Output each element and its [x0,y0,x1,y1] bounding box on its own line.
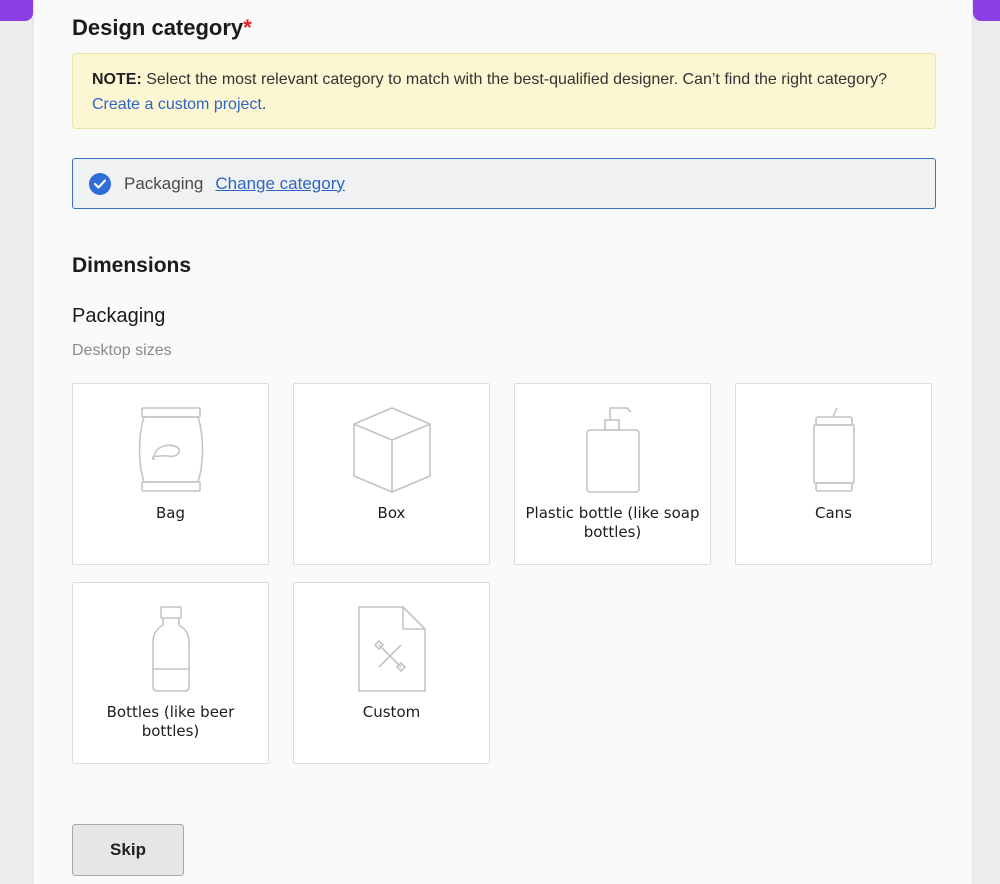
custom-file-icon [357,606,426,692]
form-panel: Design category* NOTE: Select the most r… [33,0,973,884]
change-category-link[interactable]: Change category [215,174,344,194]
pump-bottle-icon [585,407,640,493]
option-card-bottles[interactable]: Bottles (like beer bottles) [72,582,269,764]
option-label: Box [377,504,406,522]
option-label: Bottles (like beer bottles) [106,703,235,740]
option-card-custom[interactable]: Custom [293,582,490,764]
option-card-box[interactable]: Box [293,383,490,565]
selected-category-value: Packaging [124,173,204,193]
create-custom-project-link[interactable]: Create a custom project [92,96,262,113]
option-card-plastic-bottle[interactable]: Plastic bottle (like soap bottles) [514,383,711,565]
packaging-group-subtitle: Desktop sizes [72,342,172,359]
section-title: Design category* [72,15,252,41]
option-card-bag[interactable]: Bag [72,383,269,565]
option-label: Custom [362,703,421,721]
packaging-group-title: Packaging [72,305,166,327]
can-icon [812,407,855,492]
selected-category-bar: Packaging Change category [72,158,936,209]
option-label: Bag [155,504,185,522]
option-label: Cans [815,504,852,522]
purple-accent-left [0,0,33,21]
note-label: NOTE: [92,71,142,88]
dimensions-title: Dimensions [72,254,192,277]
check-circle-icon [89,172,111,195]
section-title-text: Design category [72,15,244,40]
option-card-cans[interactable]: Cans [735,383,932,565]
note-text: Select the most relevant category to mat… [141,71,888,88]
purple-accent-right [973,0,1000,21]
note-box: NOTE: Select the most relevant category … [72,53,936,129]
option-label: Plastic bottle (like soap bottles) [525,504,700,541]
bottle-icon [151,606,190,692]
required-mark: * [243,15,252,40]
bag-icon [138,407,203,492]
note-suffix: . [261,96,267,113]
skip-button[interactable]: Skip [72,824,184,876]
box-icon [352,407,431,493]
